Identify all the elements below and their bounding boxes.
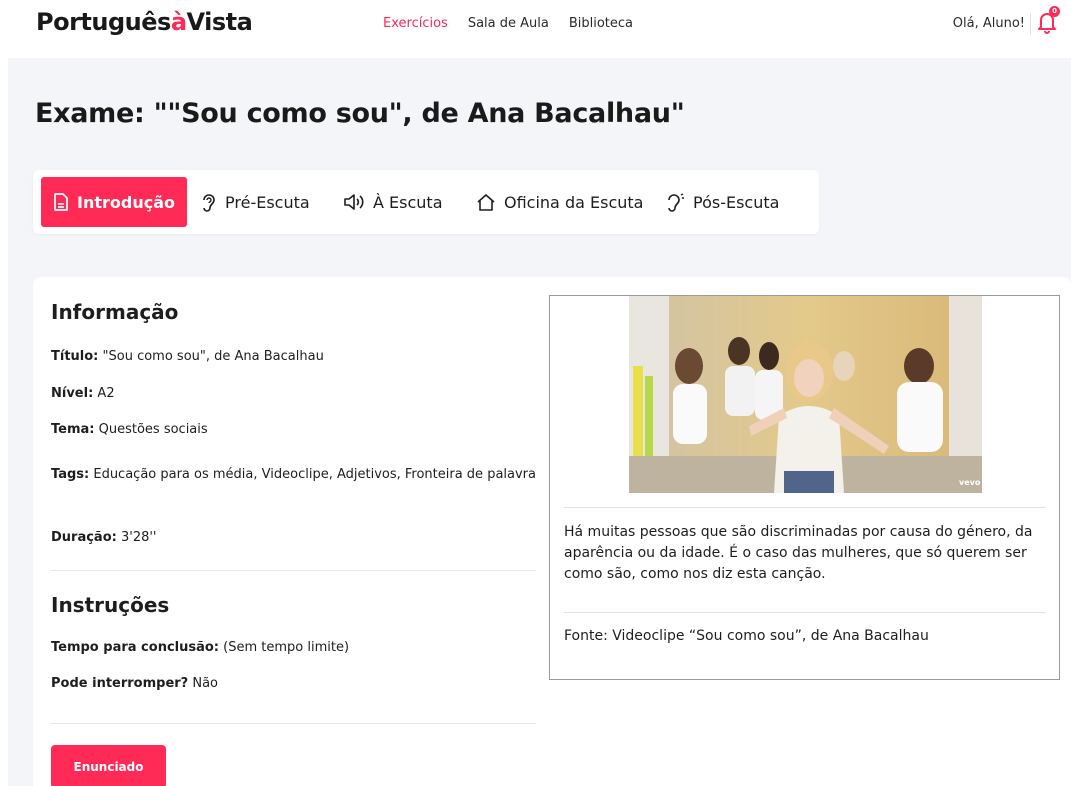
- info-label: Nível:: [51, 386, 94, 401]
- ear-icon: [203, 194, 215, 212]
- info-tema: Tema: Questões sociais: [51, 420, 536, 440]
- info-heading: Informação: [51, 300, 179, 324]
- section-divider: [51, 723, 536, 724]
- info-label: Título:: [51, 349, 99, 364]
- section-divider: [51, 570, 536, 571]
- nav-item-sala-de-aula[interactable]: Sala de Aula: [468, 16, 549, 31]
- logo-text-accent: à: [170, 8, 187, 36]
- tab-pos-escuta[interactable]: Pós-Escuta: [653, 177, 791, 227]
- nav-divider: [1030, 13, 1031, 35]
- info-label: Tempo para conclusão:: [51, 640, 220, 655]
- info-value: A2: [93, 386, 115, 401]
- media-divider: [564, 612, 1046, 613]
- info-value: Não: [188, 676, 219, 691]
- info-value: (Sem tempo limite): [219, 640, 350, 655]
- info-value: 3'28'': [116, 530, 157, 545]
- tab-introducao[interactable]: Introdução: [41, 177, 187, 227]
- notification-badge: 0: [1049, 6, 1060, 17]
- video-image: vevo: [629, 296, 982, 493]
- vevo-watermark: vevo: [959, 478, 981, 487]
- info-value: Educação para os média, Videoclipe, Adje…: [89, 467, 536, 482]
- logo-text-main: Português: [36, 8, 171, 36]
- media-panel: vevo Há muitas pessoas que são discrimin…: [549, 295, 1060, 680]
- info-label: Duração:: [51, 530, 117, 545]
- info-value: Questões sociais: [94, 422, 208, 437]
- tab-oficina-da-escuta[interactable]: Oficina da Escuta: [464, 177, 655, 227]
- info-tags: Tags: Educação para os média, Videoclipe…: [51, 457, 536, 493]
- media-source: Fonte: Videoclipe “Sou como sou”, de Ana…: [564, 628, 929, 644]
- tab-a-escuta[interactable]: À Escuta: [331, 177, 455, 227]
- ear-sound-icon: [668, 193, 684, 212]
- info-duracao: Duração: 3'28'': [51, 528, 536, 548]
- user-greeting[interactable]: Olá, Aluno!: [953, 16, 1025, 31]
- tab-pre-escuta[interactable]: Pré-Escuta: [187, 177, 322, 227]
- tab-label: Introdução: [77, 192, 175, 212]
- tab-label: Pós-Escuta: [693, 192, 780, 212]
- instr-tempo: Tempo para conclusão: (Sem tempo limite): [51, 638, 536, 658]
- instr-pode-interromper: Pode interromper? Não: [51, 674, 536, 694]
- media-description: Há muitas pessoas que são discriminadas …: [564, 524, 1033, 582]
- main-nav: Exercícios Sala de Aula Biblioteca: [383, 16, 633, 31]
- main-content: Exame: ""Sou como sou", de Ana Bacalhau"…: [8, 58, 1071, 786]
- speaker-icon: [344, 194, 364, 210]
- page-title: Exame: ""Sou como sou", de Ana Bacalhau": [35, 98, 685, 129]
- tab-label: À Escuta: [373, 192, 443, 212]
- info-nivel: Nível: A2: [51, 384, 536, 404]
- content-card: Informação Título: "Sou como sou", de An…: [33, 277, 1071, 786]
- logo-text-end: Vista: [186, 8, 253, 36]
- document-icon: [54, 193, 68, 211]
- instructions-heading: Instruções: [51, 593, 170, 617]
- tab-label: Pré-Escuta: [225, 192, 310, 212]
- notifications-button[interactable]: 0: [1037, 6, 1060, 34]
- media-divider: [564, 507, 1046, 508]
- video-thumbnail[interactable]: vevo: [629, 296, 982, 493]
- info-value: "Sou como sou", de Ana Bacalhau: [98, 349, 324, 364]
- home-icon: [477, 194, 495, 211]
- info-label: Tema:: [51, 422, 95, 437]
- top-navbar: PortuguêsàVista Exercícios Sala de Aula …: [0, 0, 1071, 58]
- exam-tabs: Introdução Pré-Escuta À Escuta Oficina d…: [33, 170, 819, 234]
- tab-label: Oficina da Escuta: [504, 192, 644, 212]
- enunciado-button[interactable]: Enunciado: [51, 745, 166, 786]
- logo[interactable]: PortuguêsàVista: [36, 8, 253, 36]
- nav-item-biblioteca[interactable]: Biblioteca: [569, 16, 633, 31]
- info-label: Pode interromper?: [51, 676, 189, 691]
- nav-item-exercicios[interactable]: Exercícios: [383, 16, 448, 31]
- info-label: Tags:: [51, 467, 90, 482]
- info-titulo: Título: "Sou como sou", de Ana Bacalhau: [51, 347, 536, 367]
